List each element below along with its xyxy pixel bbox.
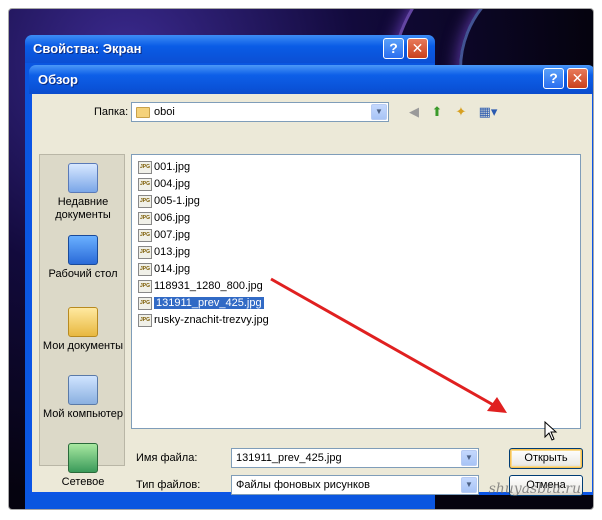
mouse-pointer-icon [544, 420, 558, 441]
watermark: shuyasbtu.ru [488, 481, 581, 497]
annotation-arrow [270, 277, 507, 413]
screenshot-frame: Свойства: Экран ? ✕ Обзор ? ✕ Папка: obo… [8, 8, 594, 510]
